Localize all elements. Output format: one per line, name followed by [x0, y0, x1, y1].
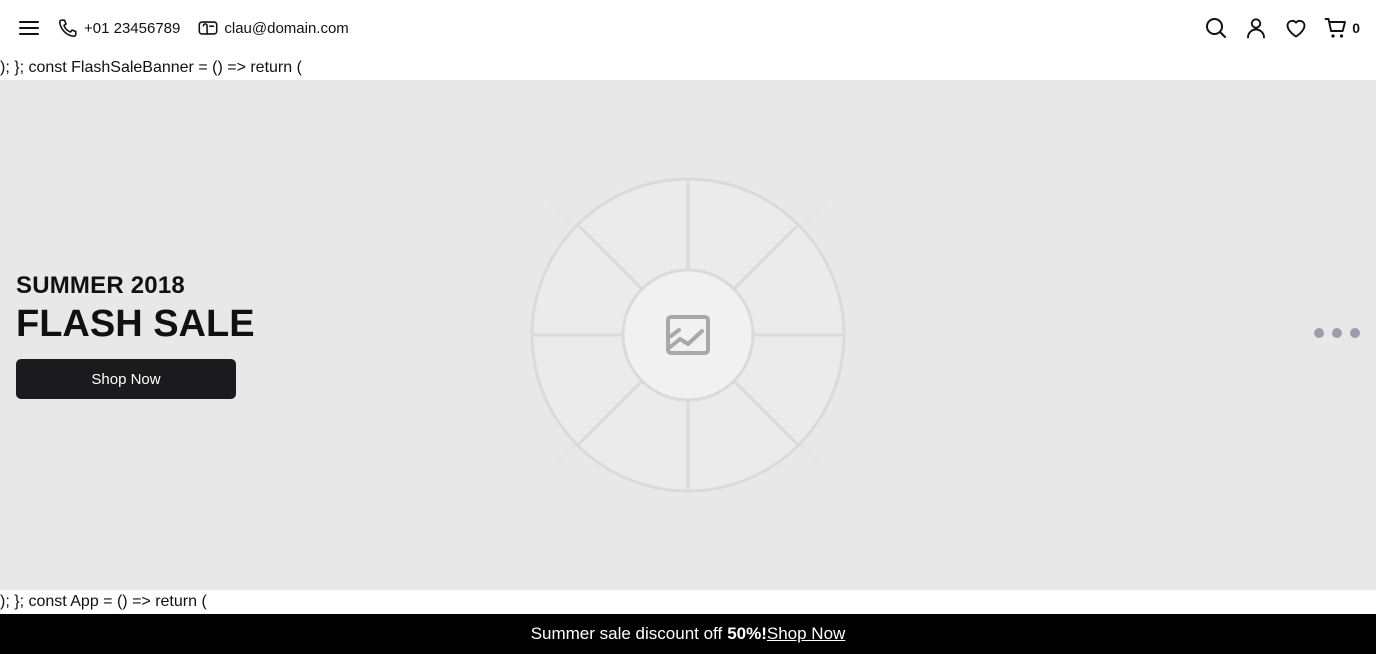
cart[interactable]: 0 [1324, 16, 1360, 40]
banner-subtitle: SUMMER 2018 [16, 272, 185, 299]
email-contact[interactable]: clau@domain.com [196, 16, 349, 40]
announcement-text: Summer sale discount off [530, 624, 723, 643]
slider-dots [1306, 328, 1360, 338]
heart-icon[interactable] [1284, 16, 1308, 40]
mail-icon [196, 16, 220, 40]
slide-dot[interactable] [1332, 328, 1342, 338]
phone-icon [56, 16, 80, 40]
banner-title: FLASH SALE [16, 303, 255, 345]
search-icon[interactable] [1204, 16, 1228, 40]
announcement-shop-now-link[interactable]: Shop Now [767, 624, 845, 644]
header-right: 0 [1188, 16, 1360, 40]
header-left: +01 23456789 clau@domain.com [18, 16, 365, 40]
site-header: +01 23456789 clau@domain.com 0 [0, 0, 1376, 56]
announcement-bar: Summer sale discount off 50%! Shop Now [0, 614, 1376, 654]
menu-icon[interactable] [18, 17, 40, 39]
user-icon[interactable] [1244, 16, 1268, 40]
shop-now-button[interactable]: Shop Now [16, 359, 236, 399]
image-placeholder-icon [458, 110, 918, 560]
cart-count-badge: 0 [1352, 20, 1360, 36]
email-address: clau@domain.com [224, 19, 349, 37]
stray-code-text: ); }; const FlashSaleBanner = () => retu… [0, 59, 302, 76]
flash-sale-banner: SUMMER 2018 FLASH SALE Shop Now [0, 80, 1376, 590]
slide-dot[interactable] [1314, 328, 1324, 338]
cart-icon[interactable] [1324, 16, 1348, 40]
stray-code-text: ); }; const App = () => return ( [0, 593, 207, 610]
banner-text: SUMMER 2018 FLASH SALE Shop Now [16, 270, 255, 399]
announcement-highlight: 50%! [727, 624, 767, 643]
phone-number: +01 23456789 [84, 19, 181, 37]
phone-contact[interactable]: +01 23456789 [56, 16, 180, 40]
slide-dot[interactable] [1350, 328, 1360, 338]
